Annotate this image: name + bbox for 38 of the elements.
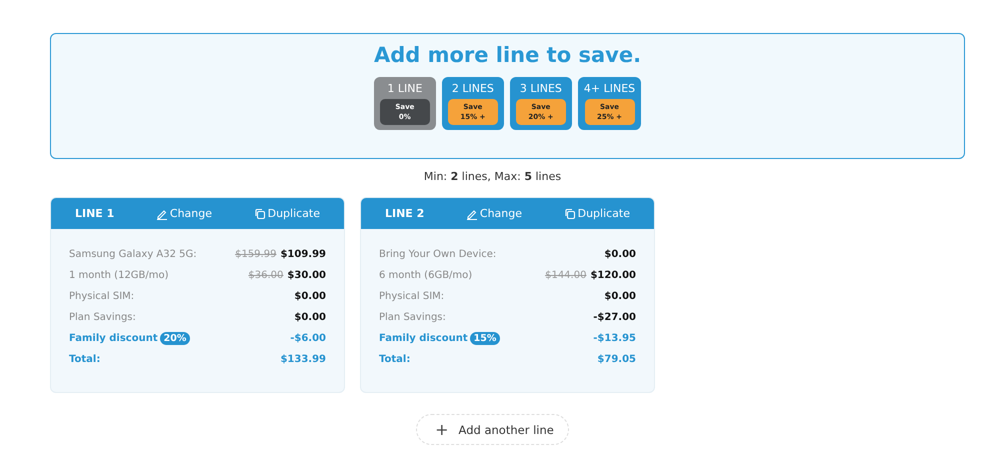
pencil-icon — [466, 208, 478, 220]
row-label: Plan Savings: — [69, 312, 136, 322]
row-label: Total: — [69, 354, 100, 364]
copy-icon — [564, 208, 576, 220]
old-price: $159.99 — [235, 248, 276, 260]
price: -$6.00 — [290, 332, 326, 344]
price: $0.00 — [604, 290, 636, 302]
row-label: Family discount — [379, 332, 468, 344]
price: $133.99 — [280, 354, 326, 364]
row-label: Physical SIM: — [69, 290, 134, 302]
line-title: LINE 2 — [385, 207, 424, 220]
pencil-icon — [156, 208, 168, 220]
row-label: Physical SIM: — [379, 290, 444, 302]
row-label: Family discount — [69, 332, 158, 344]
old-price: $36.00 — [248, 270, 284, 280]
row-label: Samsung Galaxy A32 5G: — [69, 248, 197, 260]
row-label: Bring Your Own Device: — [379, 248, 496, 260]
price: $109.99 — [280, 248, 326, 260]
price: $120.00 — [590, 270, 636, 280]
copy-icon — [254, 208, 266, 220]
line-title: LINE 1 — [75, 207, 114, 220]
old-price: $144.00 — [545, 270, 586, 280]
line-limits-text: Min: 2 lines, Max: 5 lines — [424, 170, 562, 183]
price: $0.00 — [604, 248, 636, 260]
price: -$27.00 — [593, 312, 636, 322]
row-label: Total: — [379, 354, 410, 364]
price: $0.00 — [294, 290, 326, 302]
row-label: 6 month (6GB/mo) — [379, 270, 472, 280]
add-line-button[interactable]: + Add another line — [416, 414, 569, 445]
banner-title: Add more line to save. — [374, 43, 642, 67]
row-label: Plan Savings: — [379, 312, 446, 322]
discount-badge: 20% — [160, 332, 190, 344]
row-label: 1 month (12GB/mo) — [69, 270, 169, 280]
price: $79.05 — [597, 354, 636, 364]
price: $0.00 — [294, 312, 326, 322]
price: $30.00 — [287, 270, 326, 280]
discount-badge: 15% — [470, 332, 500, 344]
price: -$13.95 — [593, 332, 636, 344]
